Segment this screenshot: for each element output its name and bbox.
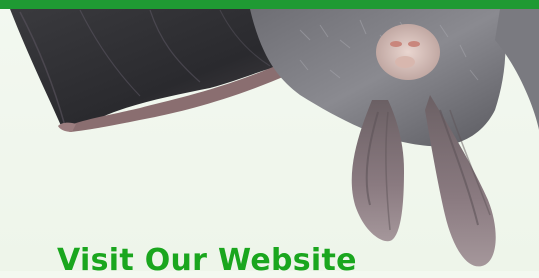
visit-website-link[interactable]: Visit Our Website — [57, 244, 357, 278]
bat-photo — [10, 9, 539, 267]
